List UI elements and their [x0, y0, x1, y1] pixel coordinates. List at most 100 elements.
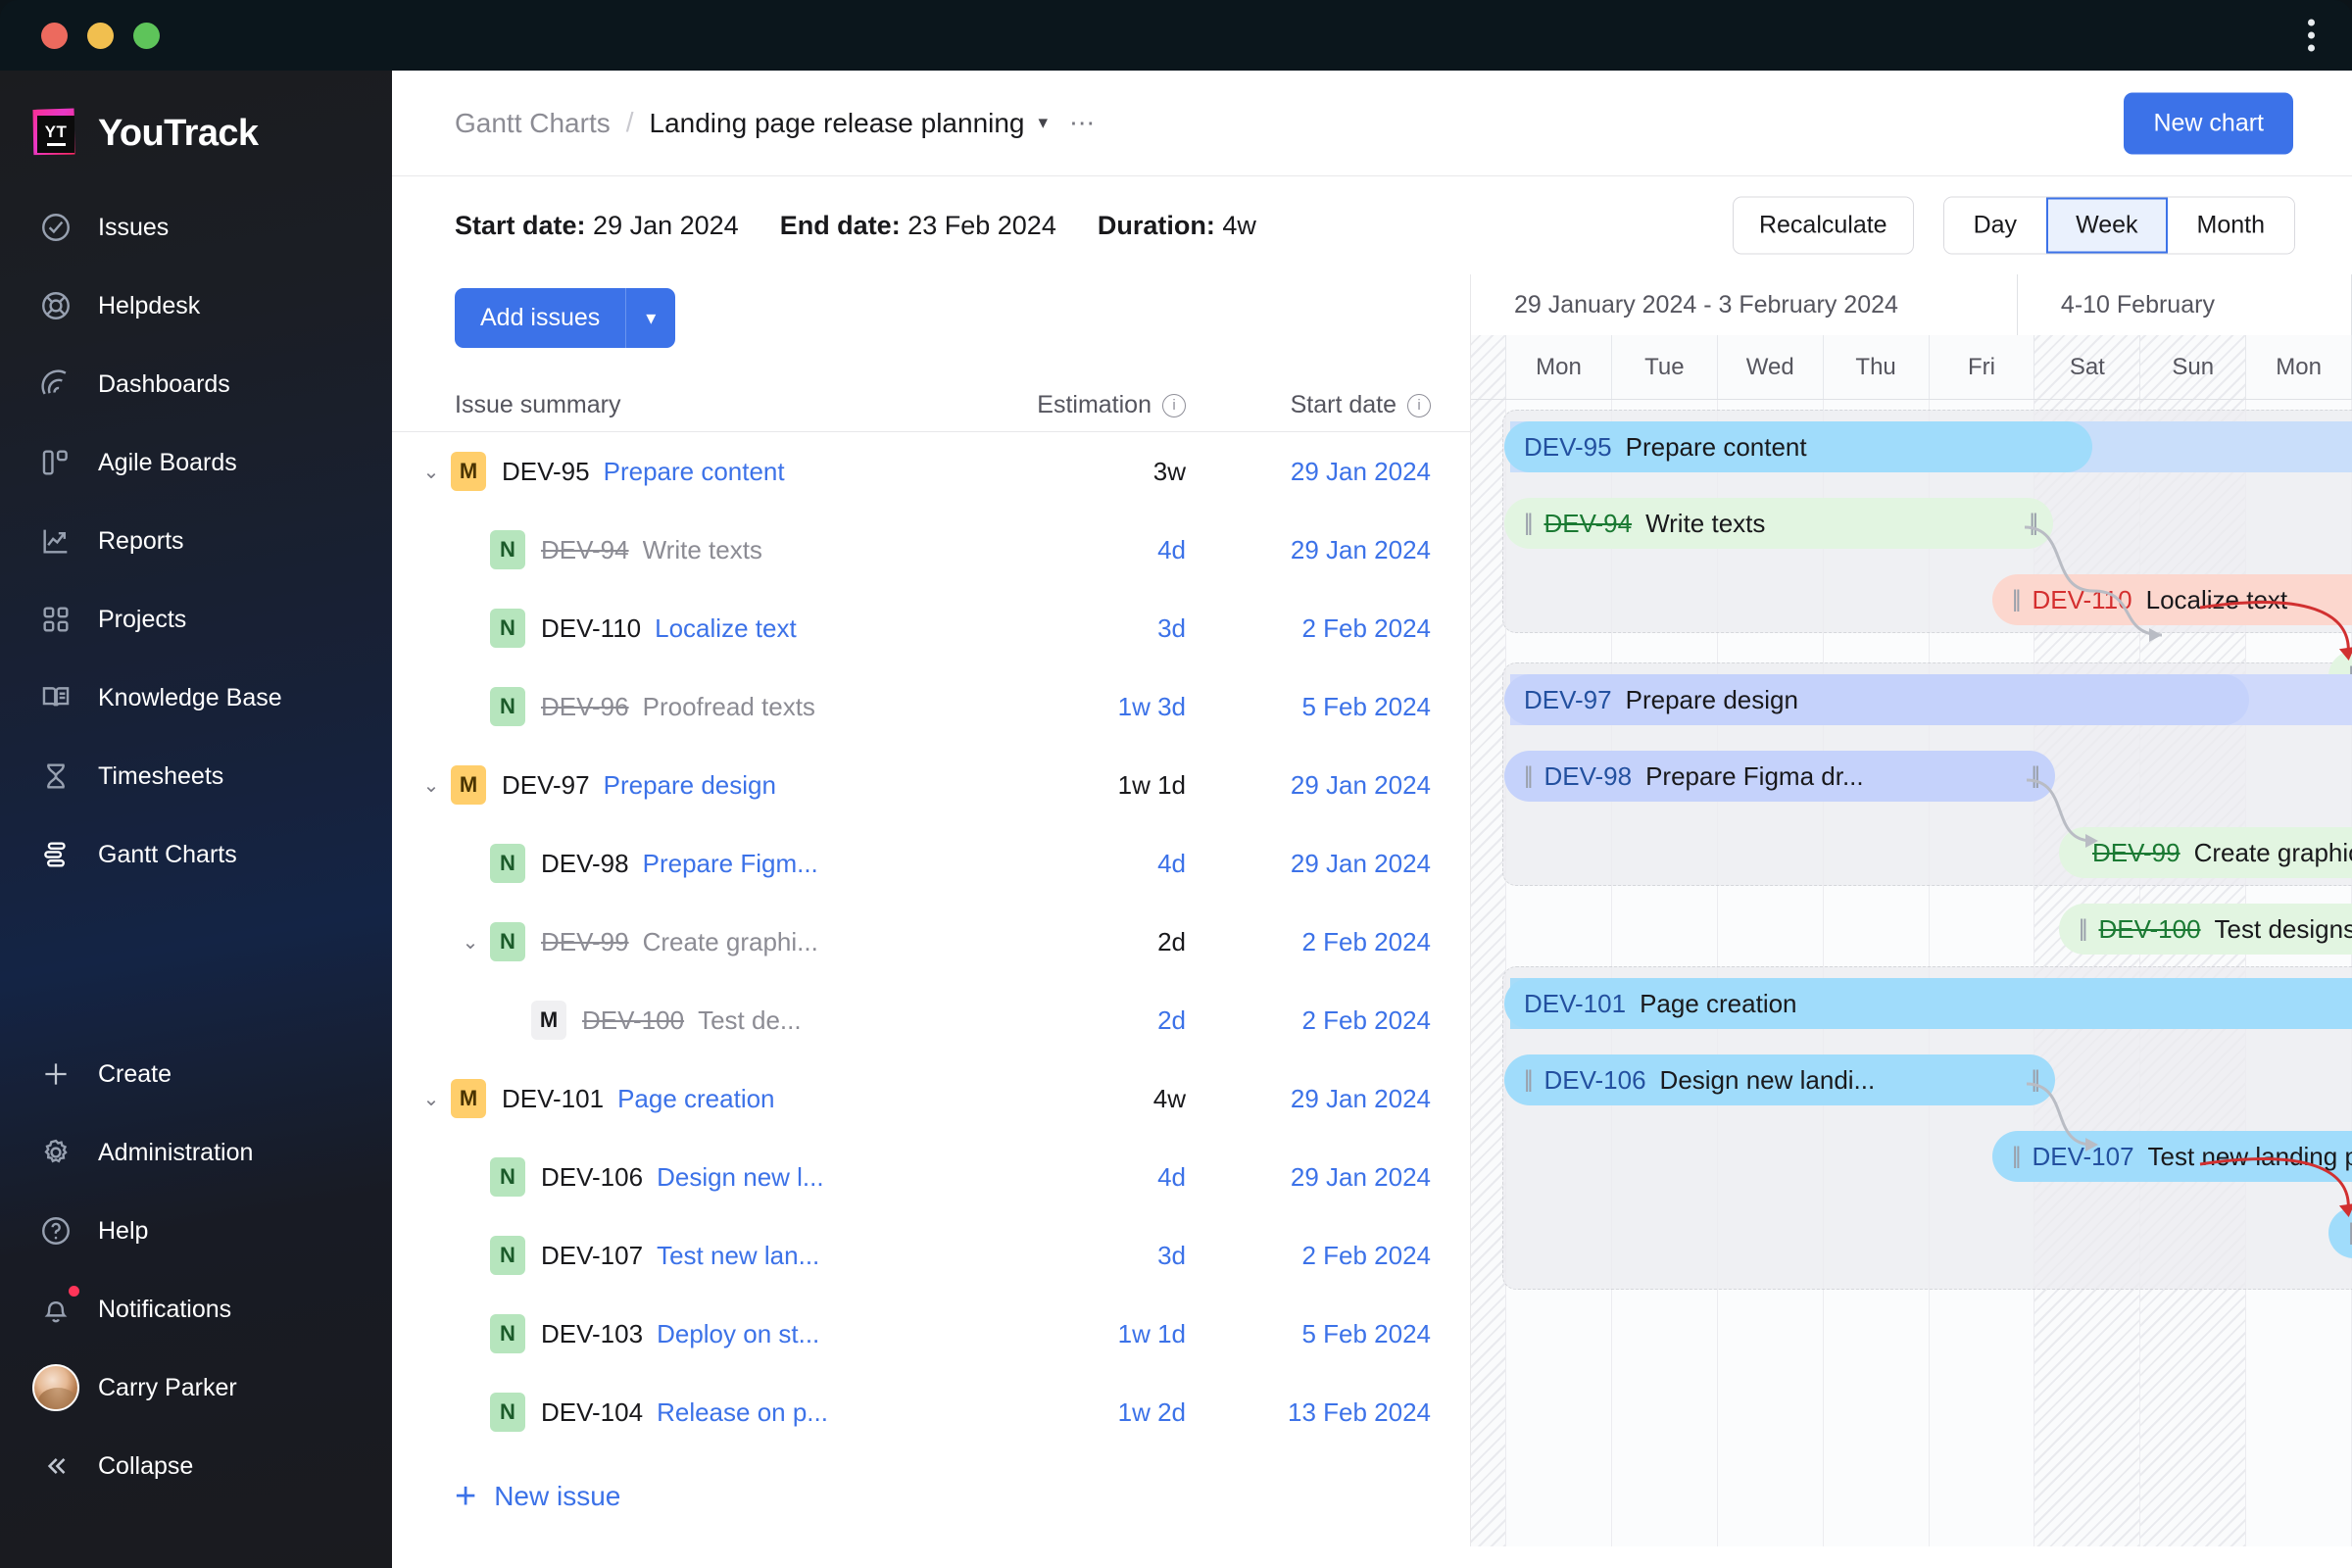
issue-id[interactable]: DEV-96	[541, 692, 629, 722]
table-row[interactable]: ⌄NDEV-106Design new l...4d29 Jan 2024	[392, 1138, 1470, 1216]
gantt-bar-dev101[interactable]: DEV-101 Page creation	[1504, 978, 2352, 1029]
drag-handle-left-icon[interactable]: ||	[1524, 762, 1534, 790]
estimation-cell[interactable]: 2d	[941, 1005, 1186, 1036]
add-issues-button[interactable]: Add issues	[455, 288, 626, 348]
close-window-button[interactable]	[41, 22, 68, 49]
sidebar-item-issues[interactable]: Issues	[0, 188, 392, 267]
sidebar-item-notifications[interactable]: Notifications	[0, 1270, 392, 1348]
table-row[interactable]: ⌄NDEV-104Release on p...1w 2d13 Feb 2024	[392, 1373, 1470, 1451]
info-icon[interactable]: i	[1162, 393, 1186, 417]
issue-summary-text[interactable]: Localize text	[655, 613, 797, 644]
issue-summary-text[interactable]: Page creation	[617, 1084, 774, 1114]
start-date-cell[interactable]: 2 Feb 2024	[1186, 1241, 1431, 1271]
table-row[interactable]: ⌄NDEV-94Write texts4d29 Jan 2024	[392, 511, 1470, 589]
drag-handle-right-icon[interactable]: ||	[2032, 762, 2041, 790]
issue-id[interactable]: DEV-95	[502, 457, 590, 487]
minimize-window-button[interactable]	[87, 22, 114, 49]
issue-summary-text[interactable]: Prepare Figm...	[643, 849, 818, 879]
gantt-bar-dev106[interactable]: || DEV-106 Design new landi... ||	[1504, 1054, 2055, 1105]
issue-id[interactable]: DEV-104	[541, 1397, 643, 1428]
gantt-bar-dev94[interactable]: || DEV-94 Write texts ||	[1504, 498, 2053, 549]
chevron-down-icon[interactable]: ▾	[1039, 112, 1049, 134]
table-row[interactable]: ⌄ M DEV-101 Page creation 4w 29 Jan 2024	[392, 1059, 1470, 1138]
kebab-menu-icon[interactable]	[2308, 19, 2315, 52]
estimation-cell[interactable]: 1w 1d	[941, 770, 1186, 801]
drag-handle-right-icon[interactable]: ||	[2030, 510, 2039, 537]
estimation-cell[interactable]: 4d	[941, 849, 1186, 879]
expand-collapse-icon[interactable]: ⌄	[451, 930, 490, 955]
issue-summary-text[interactable]: Release on p...	[657, 1397, 828, 1428]
sidebar-item-administration[interactable]: Administration	[0, 1113, 392, 1192]
drag-handle-left-icon[interactable]: ||	[2079, 915, 2088, 943]
issue-id[interactable]: DEV-103	[541, 1319, 643, 1349]
maximize-window-button[interactable]	[133, 22, 160, 49]
new-chart-button[interactable]: New chart	[2124, 92, 2293, 154]
sidebar-item-help[interactable]: Help	[0, 1192, 392, 1270]
sidebar-item-projects[interactable]: Projects	[0, 580, 392, 659]
gantt-bar-dev98[interactable]: || DEV-98 Prepare Figma dr... ||	[1504, 751, 2055, 802]
sidebar-item-create[interactable]: Create	[0, 1035, 392, 1113]
drag-handle-left-icon[interactable]: ||	[2012, 1143, 2022, 1170]
issue-summary-text[interactable]: Test de...	[698, 1005, 802, 1036]
issue-id[interactable]: DEV-110	[541, 613, 641, 644]
expand-collapse-icon[interactable]: ⌄	[412, 1087, 451, 1111]
start-date-cell[interactable]: 5 Feb 2024	[1186, 692, 1431, 722]
expand-collapse-icon[interactable]: ⌄	[412, 773, 451, 798]
start-date-cell[interactable]: 2 Feb 2024	[1186, 613, 1431, 644]
table-row[interactable]: ⌄NDEV-107Test new lan...3d2 Feb 2024	[392, 1216, 1470, 1295]
table-row[interactable]: ⌄NDEV-103Deploy on st...1w 1d5 Feb 2024	[392, 1295, 1470, 1373]
gantt-bar-dev107[interactable]: || DEV-107 Test new landing p	[1992, 1131, 2352, 1182]
issue-id[interactable]: DEV-106	[541, 1162, 643, 1193]
estimation-cell[interactable]: 4d	[941, 535, 1186, 565]
issue-summary-text[interactable]: Deploy on st...	[657, 1319, 819, 1349]
gantt-bar-dev100[interactable]: || DEV-100 Test designs	[2059, 904, 2352, 955]
drag-handle-left-icon[interactable]: ||	[2012, 586, 2022, 613]
scale-option-month[interactable]: Month	[2167, 197, 2294, 254]
drag-handle-left-icon[interactable]: ||	[2348, 1219, 2352, 1247]
sidebar-item-collapse[interactable]: Collapse	[0, 1427, 392, 1505]
issue-summary-text[interactable]: Test new lan...	[657, 1241, 819, 1271]
issue-id[interactable]: DEV-100	[582, 1005, 684, 1036]
start-date-cell[interactable]: 13 Feb 2024	[1186, 1397, 1431, 1428]
start-date-cell[interactable]: 2 Feb 2024	[1186, 927, 1431, 957]
gantt-bar-dev110[interactable]: || DEV-110 Localize text	[1992, 574, 2352, 625]
gantt-bar-dev99[interactable]: DEV-99 Create graphics	[2059, 827, 2352, 878]
start-date-cell[interactable]: 29 Jan 2024	[1186, 770, 1431, 801]
sidebar-item-agile-boards[interactable]: Agile Boards	[0, 423, 392, 502]
drag-handle-left-icon[interactable]: ||	[1524, 1066, 1534, 1094]
recalculate-button[interactable]: Recalculate	[1732, 196, 1914, 255]
start-date-cell[interactable]: 29 Jan 2024	[1186, 535, 1431, 565]
gantt-bar-dev95[interactable]: DEV-95 Prepare content	[1504, 421, 2092, 472]
table-row[interactable]: ⌄MDEV-100Test de...2d2 Feb 2024	[392, 981, 1470, 1059]
start-date-cell[interactable]: 29 Jan 2024	[1186, 1162, 1431, 1193]
sidebar-item-knowledge-base[interactable]: Knowledge Base	[0, 659, 392, 737]
issue-summary-text[interactable]: Design new l...	[657, 1162, 824, 1193]
new-issue-button[interactable]: + New issue	[392, 1451, 1470, 1515]
estimation-cell[interactable]: 2d	[941, 927, 1186, 957]
drag-handle-left-icon[interactable]: ||	[1524, 510, 1534, 537]
start-date-cell[interactable]: 2 Feb 2024	[1186, 1005, 1431, 1036]
gantt-chart-panel[interactable]: 29 January 2024 - 3 February 2024 4-10 F…	[1470, 274, 2352, 1546]
estimation-cell[interactable]: 4w	[941, 1084, 1186, 1114]
start-date-cell[interactable]: 29 Jan 2024	[1186, 849, 1431, 879]
sidebar-item-dashboards[interactable]: Dashboards	[0, 345, 392, 423]
table-row[interactable]: ⌄ M DEV-97 Prepare design 1w 1d 29 Jan 2024	[392, 746, 1470, 824]
table-row[interactable]: ⌄NDEV-98Prepare Figm...4d29 Jan 2024	[392, 824, 1470, 903]
breadcrumb-root[interactable]: Gantt Charts	[455, 108, 611, 139]
table-row[interactable]: ⌄NDEV-110Localize text3d2 Feb 2024	[392, 589, 1470, 667]
sidebar-item-reports[interactable]: Reports	[0, 502, 392, 580]
estimation-cell[interactable]: 3w	[941, 457, 1186, 487]
issue-id[interactable]: DEV-94	[541, 535, 629, 565]
gantt-bar-dev97[interactable]: DEV-97 Prepare design	[1504, 674, 2249, 725]
issue-summary-text[interactable]: Proofread texts	[643, 692, 815, 722]
issue-id[interactable]: DEV-99	[541, 927, 629, 957]
scale-option-week[interactable]: Week	[2046, 197, 2168, 254]
estimation-cell[interactable]: 3d	[941, 613, 1186, 644]
scale-option-day[interactable]: Day	[1943, 197, 2047, 254]
issue-summary-text[interactable]: Write texts	[643, 535, 762, 565]
drag-handle-right-icon[interactable]: ||	[2032, 1066, 2041, 1094]
sidebar-item-helpdesk[interactable]: Helpdesk	[0, 267, 392, 345]
table-row[interactable]: ⌄ M DEV-95 Prepare content 3w 29 Jan 2024	[392, 432, 1470, 511]
sidebar-item-gantt-charts[interactable]: Gantt Charts	[0, 815, 392, 894]
estimation-cell[interactable]: 4d	[941, 1162, 1186, 1193]
